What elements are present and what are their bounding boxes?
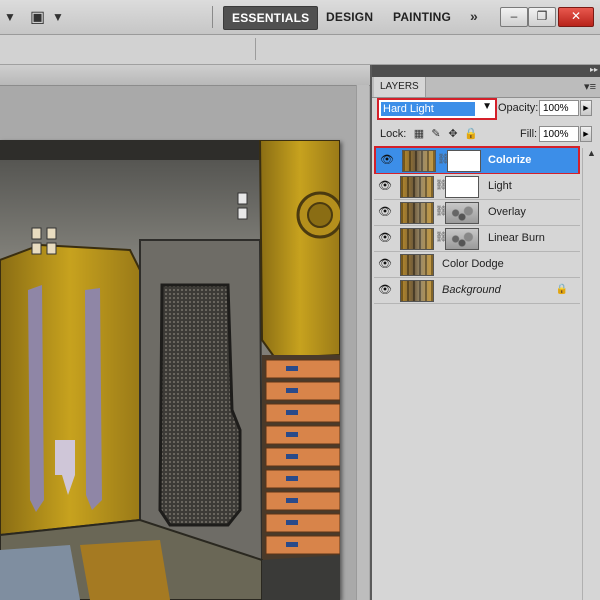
lock-position-icon[interactable]: ✥ <box>447 128 459 140</box>
canvas-image <box>0 140 340 600</box>
dropdown-arrow-icon[interactable]: ▼ <box>4 10 16 24</box>
eye-icon[interactable]: 👁 <box>380 154 394 166</box>
layer-row-overlay[interactable]: 👁 ⛓ Overlay <box>374 200 580 226</box>
layer-name: Color Dodge <box>442 258 504 270</box>
canvas-scrollbar[interactable] <box>356 85 369 600</box>
opacity-slider-button[interactable]: ▶ <box>580 100 592 116</box>
workspace-design-button[interactable]: DESIGN <box>318 6 381 28</box>
eye-icon[interactable]: 👁 <box>378 232 392 244</box>
layer-row-light[interactable]: 👁 ⛓ Light <box>374 174 580 200</box>
application-bar: ▼ ▣ ▼ ESSENTIALS DESIGN PAINTING » – ❐ ✕ <box>0 0 600 35</box>
layer-name: Linear Burn <box>488 232 545 244</box>
layer-row-color-dodge[interactable]: 👁 Color Dodge <box>374 252 580 278</box>
fill-field[interactable]: 100% <box>539 126 579 142</box>
minimize-button[interactable]: – <box>500 7 528 27</box>
layer-mask-thumbnail[interactable] <box>445 202 479 224</box>
layer-thumbnail <box>400 254 434 276</box>
fill-slider-button[interactable]: ▶ <box>580 126 592 142</box>
panel-menu-icon[interactable]: ▾≡ <box>584 80 596 93</box>
lock-icon: 🔒 <box>555 284 568 295</box>
lock-transparent-pixels-icon[interactable]: ▦ <box>413 128 425 140</box>
layer-mask-thumbnail[interactable] <box>445 176 479 198</box>
restore-button[interactable]: ❐ <box>528 7 556 27</box>
layer-mask-thumbnail[interactable] <box>447 150 481 172</box>
eye-icon[interactable]: 👁 <box>378 206 392 218</box>
layer-row-colorize[interactable]: 👁 ⛓ Colorize <box>374 146 580 175</box>
blend-mode-value: Hard Light <box>381 102 475 116</box>
layer-name: Light <box>488 180 512 192</box>
workspace-essentials-button[interactable]: ESSENTIALS <box>223 6 319 30</box>
layer-row-linear-burn[interactable]: 👁 ⛓ Linear Burn <box>374 226 580 252</box>
layer-name: Colorize <box>488 154 532 166</box>
scroll-up-icon[interactable]: ▲ <box>587 148 596 158</box>
fill-label: Fill: <box>520 128 538 140</box>
workspace-painting-button[interactable]: PAINTING <box>385 6 459 28</box>
layer-thumbnail <box>400 202 434 224</box>
collapse-panel-icon[interactable]: ▸▸ <box>590 65 598 74</box>
lock-label: Lock: <box>380 128 407 140</box>
chevron-down-icon: ▼ <box>482 101 492 112</box>
eye-icon[interactable]: 👁 <box>378 258 392 270</box>
lock-image-pixels-icon[interactable]: ✎ <box>430 128 442 140</box>
screen-mode-icon[interactable]: ▣ <box>30 7 45 27</box>
panel-header-strip: ▸▸ <box>372 65 600 77</box>
options-divider <box>255 38 256 60</box>
screen-mode-dropdown-icon[interactable]: ▼ <box>52 10 64 24</box>
document-tab-bar[interactable] <box>0 65 370 86</box>
opacity-field[interactable]: 100% <box>539 100 579 116</box>
layer-row-background[interactable]: 👁 Background 🔒 <box>374 278 580 304</box>
eye-icon[interactable]: 👁 <box>378 284 392 296</box>
options-bar <box>0 35 600 65</box>
layer-mask-thumbnail[interactable] <box>445 228 479 250</box>
layer-thumbnail <box>402 150 436 172</box>
layer-thumbnail <box>400 176 434 198</box>
layer-name: Background <box>442 284 501 296</box>
panel-scrollbar[interactable]: ▲ <box>582 148 600 600</box>
layer-thumbnail <box>400 280 434 302</box>
double-chevron-right-icon[interactable]: » <box>470 8 478 24</box>
layers-panel: ▸▸ LAYERS ▾≡ Hard Light ▼ Opacity: 100% … <box>370 65 600 600</box>
blend-mode-dropdown[interactable]: Hard Light ▼ <box>377 98 497 120</box>
layer-thumbnail <box>400 228 434 250</box>
panel-tab-bar: LAYERS ▾≡ <box>372 77 600 98</box>
document-canvas[interactable] <box>0 140 340 600</box>
lock-all-icon[interactable]: 🔒 <box>464 128 478 140</box>
eye-icon[interactable]: 👁 <box>378 180 392 192</box>
tab-layers[interactable]: LAYERS <box>374 77 426 97</box>
layer-name: Overlay <box>488 206 526 218</box>
opacity-label: Opacity: <box>498 102 539 114</box>
toolbar-divider <box>212 6 213 28</box>
close-button[interactable]: ✕ <box>558 7 594 27</box>
